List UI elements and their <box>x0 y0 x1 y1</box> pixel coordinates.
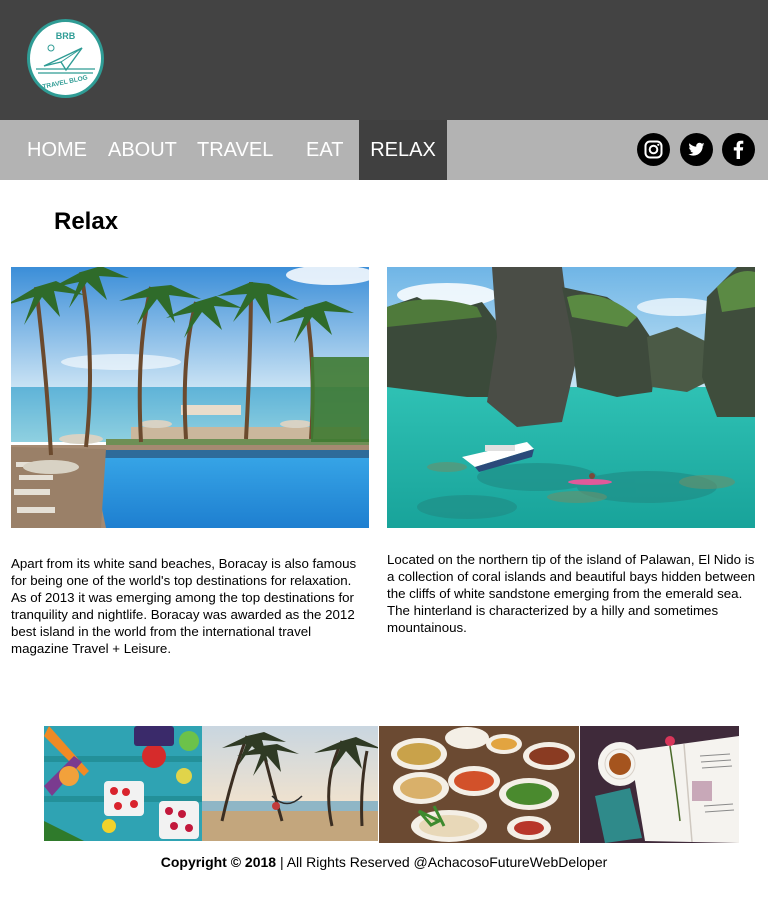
nav-about[interactable]: ABOUT <box>108 120 177 180</box>
nav-travel[interactable]: TRAVEL <box>197 120 273 180</box>
instagram-icon[interactable] <box>637 133 670 166</box>
nav-relax[interactable]: RELAX <box>359 120 447 180</box>
logo-bottom-text: TRAVEL BLOG <box>42 74 88 90</box>
food-spread-photo <box>379 726 579 843</box>
site-footer: Copyright © 2018 | All Rights Reserved @… <box>0 854 768 870</box>
site-header: BRB TRAVEL BLOG <box>0 0 768 120</box>
copyright-text: Copyright © 2018 <box>160 854 277 870</box>
nav-eat[interactable]: EAT <box>306 120 343 180</box>
vegetables-photo <box>44 726 202 841</box>
nav-home[interactable]: HOME <box>27 120 87 180</box>
boracay-resort-pool-photo <box>11 267 369 528</box>
logo-top-text: BRB <box>56 31 76 41</box>
el-nido-lagoon-photo <box>387 267 755 528</box>
el-nido-description: Located on the northern tip of the islan… <box>387 552 756 635</box>
brb-logo[interactable]: BRB TRAVEL BLOG <box>27 19 104 98</box>
tea-and-book-photo <box>580 726 739 843</box>
boracay-description: Apart from its white sand beaches, Borac… <box>11 556 357 656</box>
page-title: Relax <box>54 208 119 235</box>
main-nav: HOME ABOUT TRAVEL EAT RELAX <box>0 120 768 180</box>
palm-beach-photo <box>202 726 378 841</box>
rights-text: | All Rights Reserved @AchacosoFutureWeb… <box>276 854 608 870</box>
facebook-icon[interactable] <box>722 133 755 166</box>
logo-graphic: BRB TRAVEL BLOG <box>36 31 95 91</box>
twitter-icon[interactable] <box>680 133 713 166</box>
